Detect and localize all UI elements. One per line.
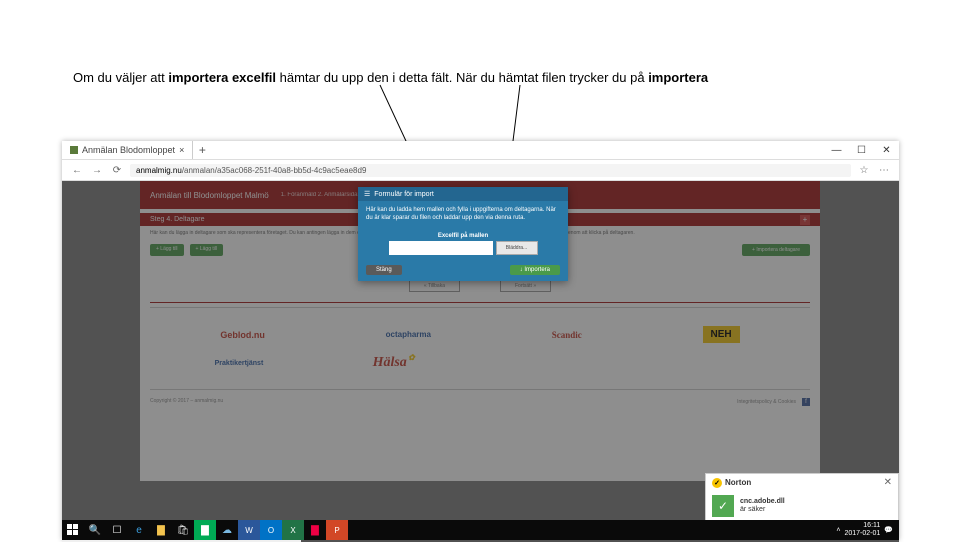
tab-bar: Anmälan Blodomloppet × + — ☐ ✕ xyxy=(62,141,899,159)
app-icon[interactable]: ▇ xyxy=(304,520,326,540)
word-icon[interactable]: W xyxy=(238,520,260,540)
taskbar-apps: 🔍 ☐ e ▇ 🛍 ▇ ☁ W O X ▇ P xyxy=(62,520,348,540)
modal-title: Formulär för import xyxy=(358,187,568,201)
browser-tab[interactable]: Anmälan Blodomloppet × xyxy=(62,141,193,159)
browser-viewport: Anmälan till Blodomloppet Malmö 1. Föran… xyxy=(62,181,899,542)
maximize-button[interactable]: ☐ xyxy=(849,141,874,159)
bookmark-icon[interactable]: ☆ xyxy=(857,163,871,177)
system-tray: ˄ 16:11 2017-02-01 💬 xyxy=(836,522,899,537)
clock[interactable]: 16:11 2017-02-01 xyxy=(844,522,880,537)
file-path-input[interactable] xyxy=(389,241,493,255)
file-field-label: Excelfil på mallen xyxy=(358,233,568,239)
notification-center-icon[interactable]: 💬 xyxy=(884,526,893,534)
modal-import-button[interactable]: ↓ Importera xyxy=(510,265,560,275)
url-field[interactable]: anmalmig.nu/anmalan/a35ac068-251f-40a8-b… xyxy=(130,164,851,177)
norton-notification: Norton ✕ ✓ cnc.adobe.dll är säker xyxy=(705,473,899,524)
check-icon: ✓ xyxy=(712,495,734,517)
start-button[interactable] xyxy=(62,520,84,540)
norton-logo: Norton xyxy=(712,478,751,488)
tray-expand-icon[interactable]: ˄ xyxy=(836,527,840,534)
windows-taskbar: 🔍 ☐ e ▇ 🛍 ▇ ☁ W O X ▇ P ˄ 16:11 2017-02-… xyxy=(62,520,899,540)
address-bar: ← → ⟳ anmalmig.nu/anmalan/a35ac068-251f-… xyxy=(62,159,899,181)
store-icon[interactable]: 🛍 xyxy=(172,520,194,540)
app-icon[interactable]: ▇ xyxy=(194,520,216,540)
powerpoint-icon[interactable]: P xyxy=(326,520,348,540)
explorer-icon[interactable]: ▇ xyxy=(150,520,172,540)
modal-close-button[interactable]: Stäng xyxy=(366,265,402,275)
notif-close-icon[interactable]: ✕ xyxy=(884,477,892,488)
modal-footer: Stäng ↓ Importera xyxy=(358,261,568,281)
new-tab-button[interactable]: + xyxy=(193,143,211,157)
close-button[interactable]: ✕ xyxy=(874,141,899,159)
tab-close-icon[interactable]: × xyxy=(179,145,184,155)
menu-icon[interactable]: ⋯ xyxy=(877,163,891,177)
excel-icon[interactable]: X xyxy=(282,520,304,540)
reload-button[interactable]: ⟳ xyxy=(110,163,124,177)
tab-title: Anmälan Blodomloppet xyxy=(82,145,175,155)
modal-body-text: Här kan du ladda hem mallen och fylla i … xyxy=(358,201,568,229)
import-modal: Formulär för import Här kan du ladda hem… xyxy=(358,187,568,281)
search-icon[interactable]: 🔍 xyxy=(84,520,106,540)
tab-favicon xyxy=(70,146,78,154)
outlook-icon[interactable]: O xyxy=(260,520,282,540)
browser-window: Anmälan Blodomloppet × + — ☐ ✕ ← → ⟳ anm… xyxy=(62,141,899,540)
browse-button[interactable]: Bläddra... xyxy=(496,241,538,255)
file-input-row: Bläddra... xyxy=(358,241,568,255)
taskview-icon[interactable]: ☐ xyxy=(106,520,128,540)
forward-button[interactable]: → xyxy=(90,163,104,177)
instruction-text: Om du väljer att importera excelfil hämt… xyxy=(73,70,903,85)
window-controls: — ☐ ✕ xyxy=(824,141,899,159)
minimize-button[interactable]: — xyxy=(824,141,849,159)
notif-text: cnc.adobe.dll är säker xyxy=(740,498,785,515)
app-icon[interactable]: ☁ xyxy=(216,520,238,540)
back-button[interactable]: ← xyxy=(70,163,84,177)
edge-icon[interactable]: e xyxy=(128,520,150,540)
